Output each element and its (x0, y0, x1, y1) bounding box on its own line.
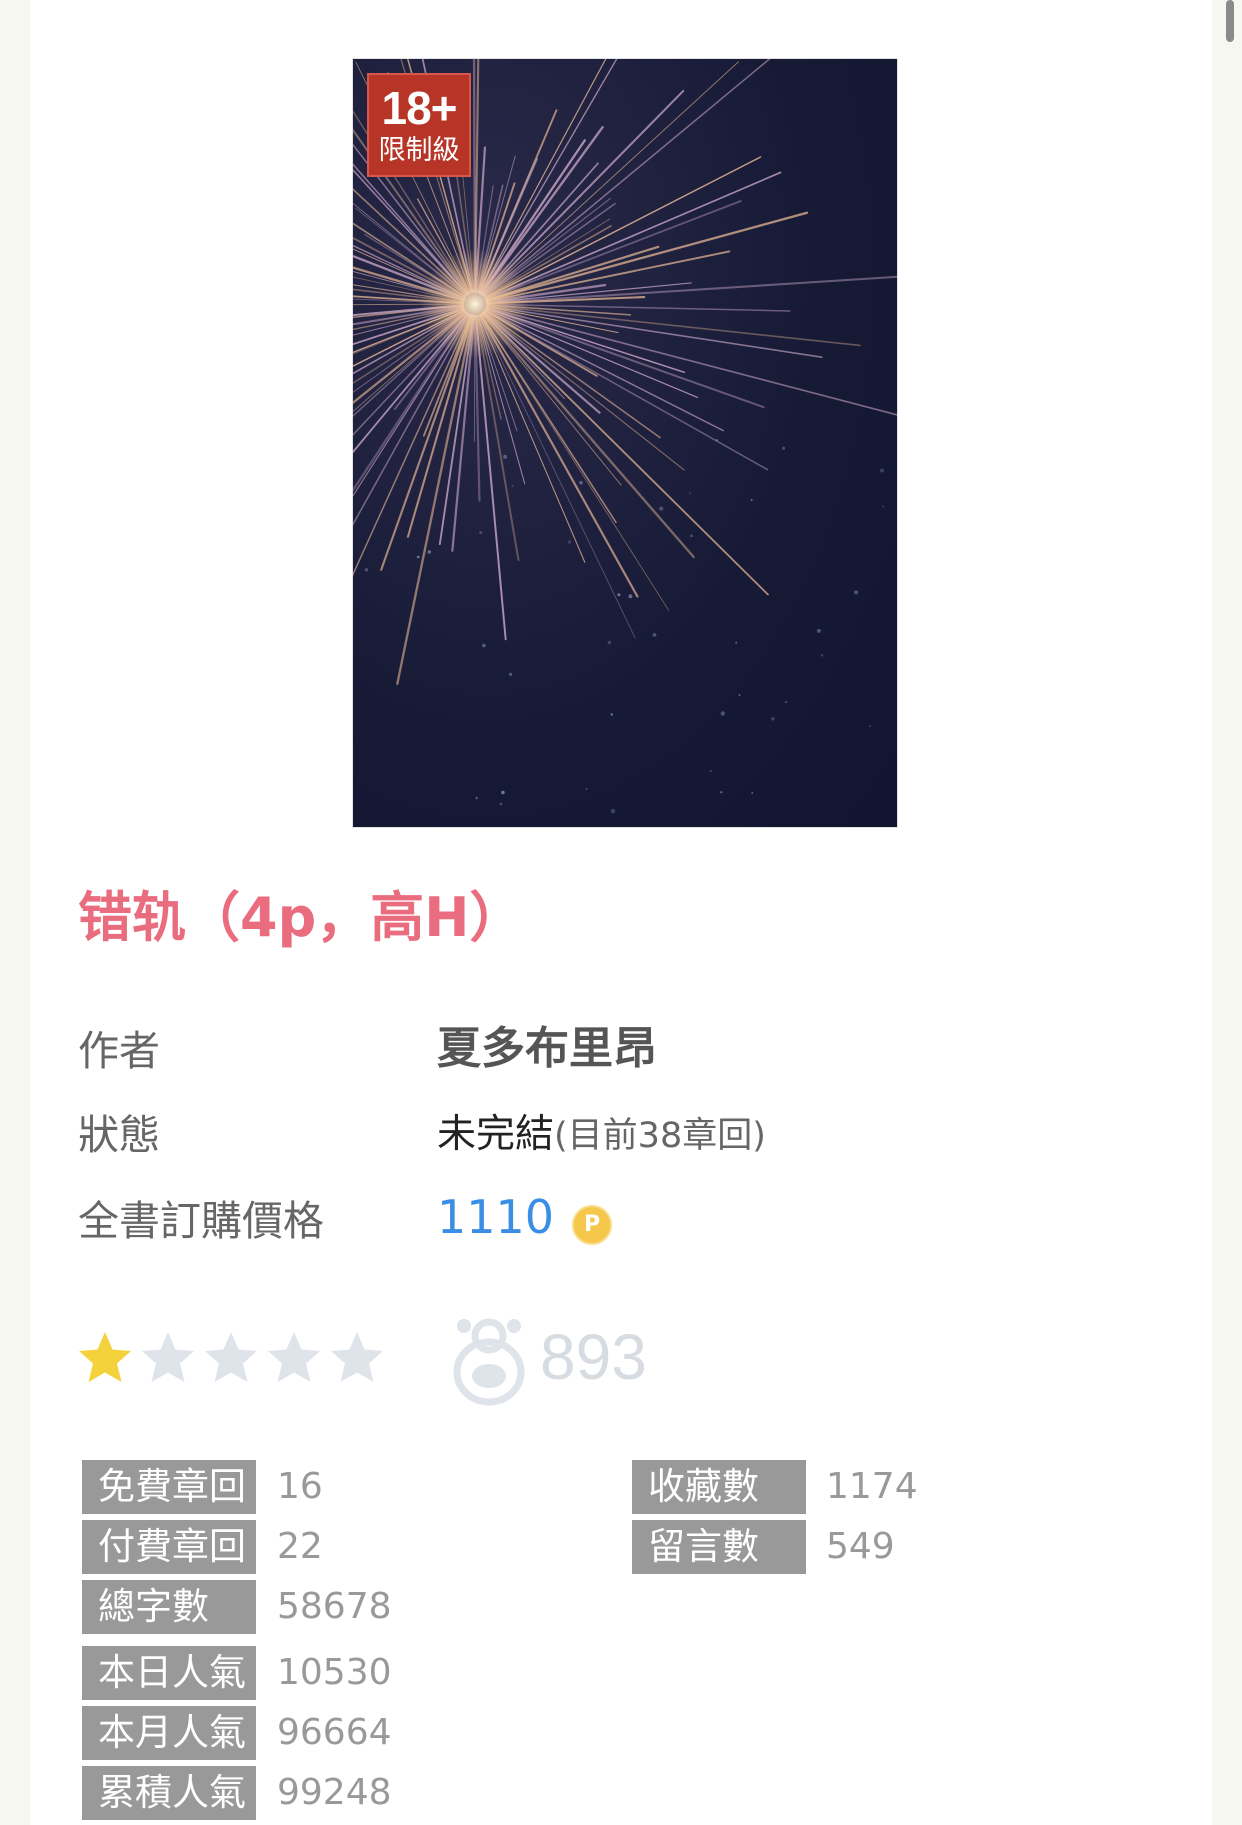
sky-star (503, 454, 508, 459)
star-empty-icon[interactable] (202, 1330, 260, 1386)
sky-star (690, 534, 694, 538)
stat-value: 1174 (826, 1466, 918, 1507)
price-value-group: 1110 P (437, 1190, 613, 1255)
sky-star (882, 505, 885, 508)
sky-star (501, 790, 505, 795)
stat-label: 收藏數 (632, 1460, 806, 1514)
sky-star (652, 633, 657, 637)
sky-star (511, 485, 514, 487)
stat-label: 留言數 (632, 1520, 806, 1574)
stat-label: 免費章回 (82, 1460, 256, 1514)
stat-label: 累積人氣 (82, 1766, 256, 1820)
status-value: 未完結(目前38章回) (437, 1108, 766, 1169)
star-empty-icon[interactable] (139, 1330, 197, 1386)
stat-value: 549 (826, 1526, 895, 1567)
price-value: 1110 (437, 1190, 555, 1244)
sky-star (720, 711, 725, 716)
status-detail: (目前38章回) (554, 1116, 766, 1156)
sky-star (880, 468, 884, 473)
stat-label: 總字數 (82, 1580, 256, 1634)
star-empty-icon[interactable] (265, 1330, 323, 1386)
sky-star (750, 498, 753, 501)
sky-star (475, 796, 478, 800)
sky-star (709, 770, 712, 773)
scrollbar-thumb[interactable] (1226, 0, 1234, 42)
sky-star (617, 593, 621, 597)
sky-star (771, 717, 775, 721)
coin-icon: P (572, 1204, 613, 1245)
sky-star (479, 531, 482, 534)
sky-star (816, 628, 821, 633)
sky-star (607, 640, 612, 645)
bear-reader-icon (453, 1318, 525, 1406)
sky-star (567, 540, 572, 544)
sky-star (720, 791, 723, 794)
sky-star (610, 713, 613, 716)
sky-star (585, 787, 588, 790)
stat-value: 16 (277, 1466, 323, 1507)
sky-star (628, 594, 633, 599)
sky-star (715, 439, 719, 442)
sky-star (659, 506, 664, 511)
left-gutter (0, 0, 30, 1825)
stat-label: 付費章回 (82, 1520, 256, 1574)
stat-value: 22 (277, 1526, 323, 1567)
sky-star (869, 725, 871, 728)
sky-star (854, 590, 859, 595)
price-label: 全書訂購價格 (78, 1197, 324, 1245)
status-text: 未完結 (437, 1112, 555, 1157)
author-label: 作者 (78, 1027, 160, 1075)
sky-star (499, 802, 503, 806)
book-cover-image[interactable]: 18+ 限制級 (352, 58, 898, 828)
rating-stars[interactable] (76, 1330, 391, 1390)
page: 18+ 限制級 错轨（4p，高H） 作者 夏多布里昂 狀態 未完結(目前38章回… (0, 0, 1242, 1825)
sky-star (735, 641, 738, 644)
right-gutter (1212, 0, 1242, 1825)
sky-star (751, 792, 754, 794)
stat-value: 58678 (277, 1586, 392, 1627)
sky-star (610, 808, 616, 814)
sky-star (482, 643, 486, 648)
stat-label: 本月人氣 (82, 1706, 256, 1760)
star-filled-icon[interactable] (76, 1330, 134, 1386)
sky-star (689, 492, 691, 495)
sky-star (509, 672, 513, 677)
reader-count: 893 (540, 1321, 647, 1393)
stat-value: 10530 (277, 1652, 392, 1693)
sky-star (782, 446, 786, 450)
sky-star (416, 555, 420, 559)
age-restriction-badge: 18+ 限制級 (367, 73, 471, 177)
sky-star (427, 550, 432, 554)
age-badge-label: 限制級 (378, 135, 460, 166)
book-title: 错轨（4p，高H） (78, 886, 524, 949)
stat-label: 本日人氣 (82, 1646, 256, 1700)
sky-star (785, 701, 787, 703)
author-link[interactable]: 夏多布里昂 (437, 1022, 657, 1076)
sky-star (738, 694, 741, 696)
sky-star (364, 568, 369, 572)
star-empty-icon[interactable] (328, 1330, 386, 1386)
stat-value: 99248 (277, 1772, 392, 1813)
stat-value: 96664 (277, 1712, 392, 1753)
sky-star (579, 481, 583, 485)
sky-star (820, 654, 824, 657)
status-label: 狀態 (78, 1111, 160, 1159)
age-badge-number: 18+ (381, 82, 457, 134)
